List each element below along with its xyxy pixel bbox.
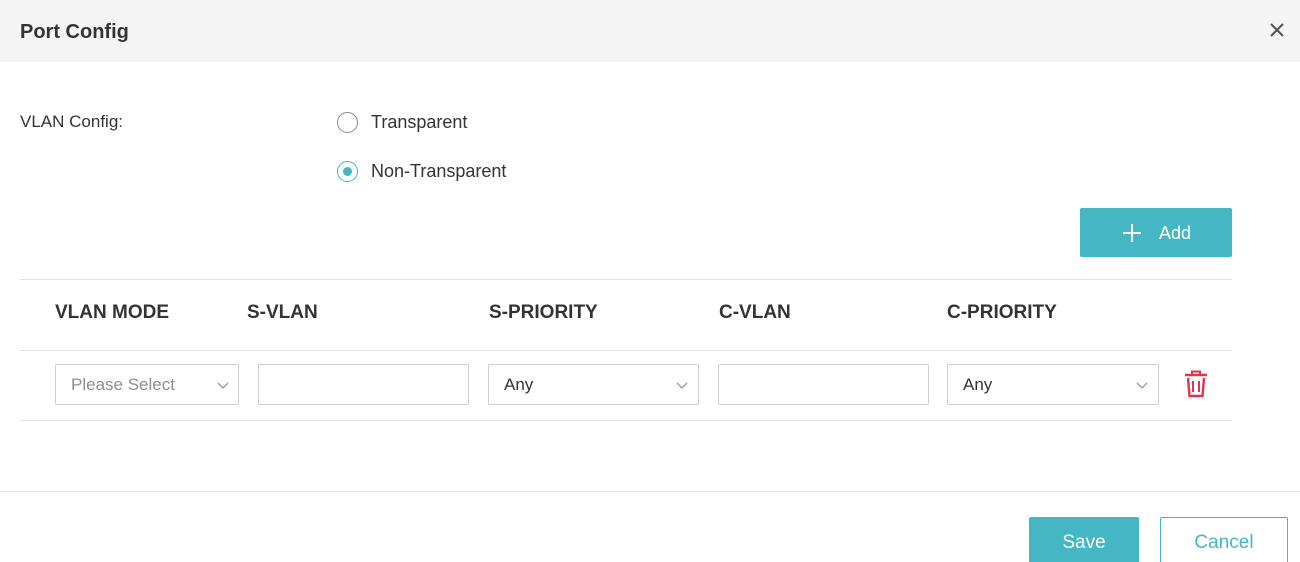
column-header-c-vlan: C-VLAN (719, 302, 791, 323)
footer-divider (0, 491, 1300, 492)
dialog-title: Port Config (20, 21, 129, 43)
vlan-mode-placeholder: Please Select (71, 375, 175, 394)
radio-button-checked-icon[interactable] (337, 160, 358, 182)
table-top-divider (20, 279, 1232, 280)
column-header-c-priority: C-PRIORITY (947, 302, 1057, 323)
s-vlan-input[interactable] (258, 364, 469, 405)
close-icon[interactable] (1263, 16, 1291, 44)
chevron-down-icon (217, 382, 229, 389)
radio-transparent-label: Transparent (371, 112, 468, 132)
cancel-button[interactable]: Cancel (1160, 517, 1288, 562)
trash-icon[interactable] (1183, 370, 1209, 398)
save-button[interactable]: Save (1029, 517, 1139, 562)
c-vlan-input[interactable] (718, 364, 929, 405)
vlan-mode-select[interactable]: Please Select (55, 364, 239, 405)
chevron-down-icon (676, 382, 688, 389)
s-priority-select[interactable]: Any (488, 364, 699, 405)
radio-non-transparent-label: Non-Transparent (371, 161, 507, 181)
column-header-s-vlan: S-VLAN (247, 302, 318, 323)
c-priority-select[interactable]: Any (947, 364, 1159, 405)
column-header-s-priority: S-PRIORITY (489, 302, 598, 323)
add-button-label: Add (1158, 222, 1192, 243)
vlan-config-label: VLAN Config: (20, 112, 123, 131)
add-button[interactable]: Add (1080, 208, 1232, 257)
plus-icon (1122, 223, 1141, 242)
radio-transparent[interactable]: Transparent (337, 110, 467, 134)
s-priority-value: Any (504, 375, 534, 394)
chevron-down-icon (1136, 382, 1148, 389)
radio-non-transparent[interactable]: Non-Transparent (337, 159, 506, 183)
column-header-vlan-mode: VLAN MODE (55, 302, 169, 323)
radio-button-icon[interactable] (337, 111, 358, 133)
c-priority-value: Any (963, 375, 993, 394)
table-header-divider (20, 350, 1232, 351)
table-row-divider (20, 420, 1232, 421)
dialog-header: Port Config (0, 0, 1300, 62)
